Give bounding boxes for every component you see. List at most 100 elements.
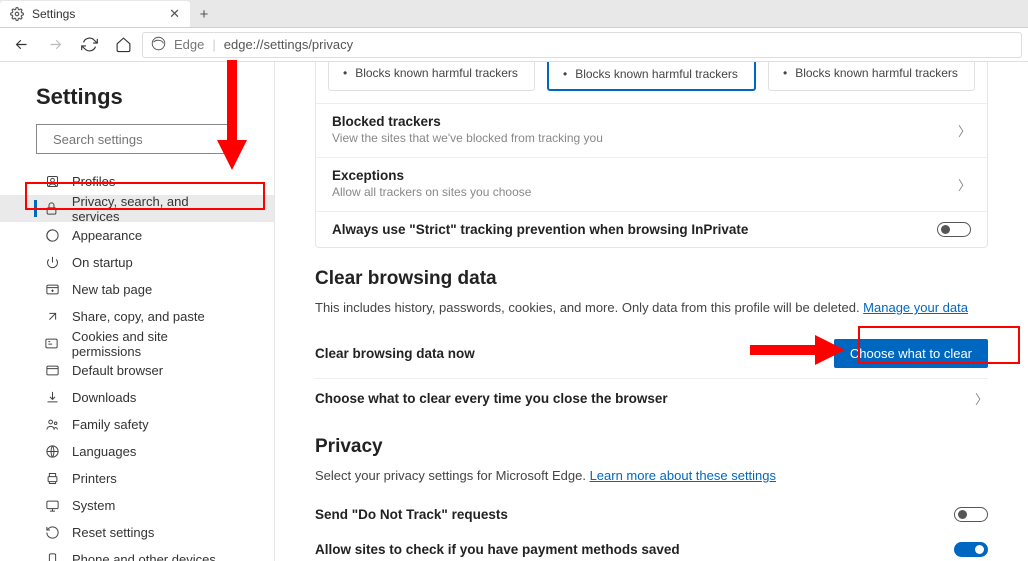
sidebar-item-label: On startup [72,255,133,270]
profile-icon [44,174,60,189]
learn-more-link[interactable]: Learn more about these settings [590,468,776,483]
blocked-trackers-desc: View the sites that we've blocked from t… [332,131,603,145]
sidebar-item-share[interactable]: Share, copy, and paste [0,303,274,330]
edge-icon [151,36,166,54]
exceptions-row[interactable]: Exceptions Allow all trackers on sites y… [316,157,987,211]
payment-toggle[interactable] [954,542,988,557]
newtab-icon [44,282,60,297]
clear-everytime-row[interactable]: Choose what to clear every time you clos… [315,378,988,418]
languages-icon [44,444,60,459]
payment-row: Allow sites to check if you have payment… [315,532,988,561]
sidebar-item-printers[interactable]: Printers [0,465,274,492]
sidebar-item-label: System [72,498,115,513]
exceptions-title: Exceptions [332,168,531,183]
privacy-desc: Select your privacy settings for Microso… [315,468,988,483]
sidebar-item-system[interactable]: System [0,492,274,519]
address-url: edge://settings/privacy [224,37,353,52]
phone-icon [44,552,60,561]
tracking-balanced-bullet: Blocks known harmful trackers [563,67,740,81]
blocked-trackers-title: Blocked trackers [332,114,603,129]
annotation-arrow-down [217,60,247,170]
sidebar-item-privacy[interactable]: Privacy, search, and services [0,195,274,222]
dnt-toggle[interactable] [954,507,988,522]
sidebar-item-reset[interactable]: Reset settings [0,519,274,546]
clear-data-desc: This includes history, passwords, cookie… [315,300,988,315]
download-icon [44,390,60,405]
clear-data-heading: Clear browsing data [315,268,988,290]
sidebar-item-label: Privacy, search, and services [72,194,238,224]
share-icon [44,309,60,324]
home-button[interactable] [108,30,138,60]
printer-icon [44,471,60,486]
sidebar-item-label: Languages [72,444,136,459]
browser-icon [44,363,60,378]
search-settings-box[interactable] [36,124,234,154]
lock-icon [44,201,60,216]
clear-now-row: Clear browsing data now Choose what to c… [315,329,988,378]
settings-main: Blocks known harmful trackers Blocks kno… [275,62,1028,561]
strict-inprivate-row: Always use "Strict" tracking prevention … [316,211,987,247]
refresh-button[interactable] [74,30,104,60]
tracking-basic-box[interactable]: Blocks known harmful trackers [328,62,535,91]
blocked-trackers-row[interactable]: Blocked trackers View the sites that we'… [316,103,987,157]
payment-label: Allow sites to check if you have payment… [315,542,680,557]
clear-everytime-label: Choose what to clear every time you clos… [315,391,668,406]
dnt-label: Send "Do Not Track" requests [315,507,508,522]
chevron-right-icon: 〉 [975,389,988,408]
sidebar-item-label: Downloads [72,390,136,405]
back-button[interactable] [6,30,36,60]
sidebar-item-label: Share, copy, and paste [72,309,205,324]
cookies-icon [44,336,60,351]
sidebar-item-profiles[interactable]: Profiles [0,168,274,195]
address-bar[interactable]: Edge | edge://settings/privacy [142,32,1022,58]
sidebar-item-appearance[interactable]: Appearance [0,222,274,249]
sidebar-item-startup[interactable]: On startup [0,249,274,276]
sidebar-item-downloads[interactable]: Downloads [0,384,274,411]
choose-what-to-clear-button[interactable]: Choose what to clear [834,339,988,368]
tracking-strict-box[interactable]: Blocks known harmful trackers [768,62,975,91]
appearance-icon [44,228,60,243]
reset-icon [44,525,60,540]
sidebar-item-phone[interactable]: Phone and other devices [0,546,274,561]
sidebar-item-label: Phone and other devices [72,552,216,561]
sidebar-item-family[interactable]: Family safety [0,411,274,438]
close-icon[interactable]: ✕ [169,6,180,22]
sidebar-item-label: Appearance [72,228,142,243]
search-input[interactable] [53,132,229,147]
tracking-basic-bullet: Blocks known harmful trackers [343,66,520,80]
new-tab-button[interactable]: + [190,1,218,27]
strict-inprivate-toggle[interactable] [937,222,971,237]
gear-icon [10,7,24,21]
privacy-heading: Privacy [315,436,988,458]
sidebar-item-default-browser[interactable]: Default browser [0,357,274,384]
tracking-strict-bullet: Blocks known harmful trackers [783,66,960,80]
sidebar-item-label: Family safety [72,417,149,432]
tracking-balanced-box[interactable]: Blocks known harmful trackers [547,62,756,91]
power-icon [44,255,60,270]
sidebar-item-label: Printers [72,471,117,486]
sidebar-item-newtab[interactable]: New tab page [0,276,274,303]
clear-now-label: Clear browsing data now [315,346,475,361]
dnt-row: Send "Do Not Track" requests [315,497,988,532]
forward-button[interactable] [40,30,70,60]
manage-data-link[interactable]: Manage your data [863,300,968,315]
sidebar-item-cookies[interactable]: Cookies and site permissions [0,330,274,357]
sidebar-item-label: Reset settings [72,525,154,540]
sidebar-item-label: Default browser [72,363,163,378]
family-icon [44,417,60,432]
sidebar-item-label: New tab page [72,282,152,297]
chevron-right-icon: 〉 [958,121,971,140]
address-separator: | [212,37,215,52]
address-app-label: Edge [174,37,204,52]
strict-inprivate-label: Always use "Strict" tracking prevention … [332,222,748,237]
sidebar-item-label: Profiles [72,174,115,189]
exceptions-desc: Allow all trackers on sites you choose [332,185,531,199]
sidebar-item-languages[interactable]: Languages [0,438,274,465]
tracking-prevention-card: Blocks known harmful trackers Blocks kno… [315,62,988,248]
browser-tab[interactable]: Settings ✕ [0,1,190,27]
system-icon [44,498,60,513]
sidebar-item-label: Cookies and site permissions [72,329,238,359]
tab-title: Settings [32,7,161,21]
annotation-arrow-right [750,335,845,365]
chevron-right-icon: 〉 [958,175,971,194]
